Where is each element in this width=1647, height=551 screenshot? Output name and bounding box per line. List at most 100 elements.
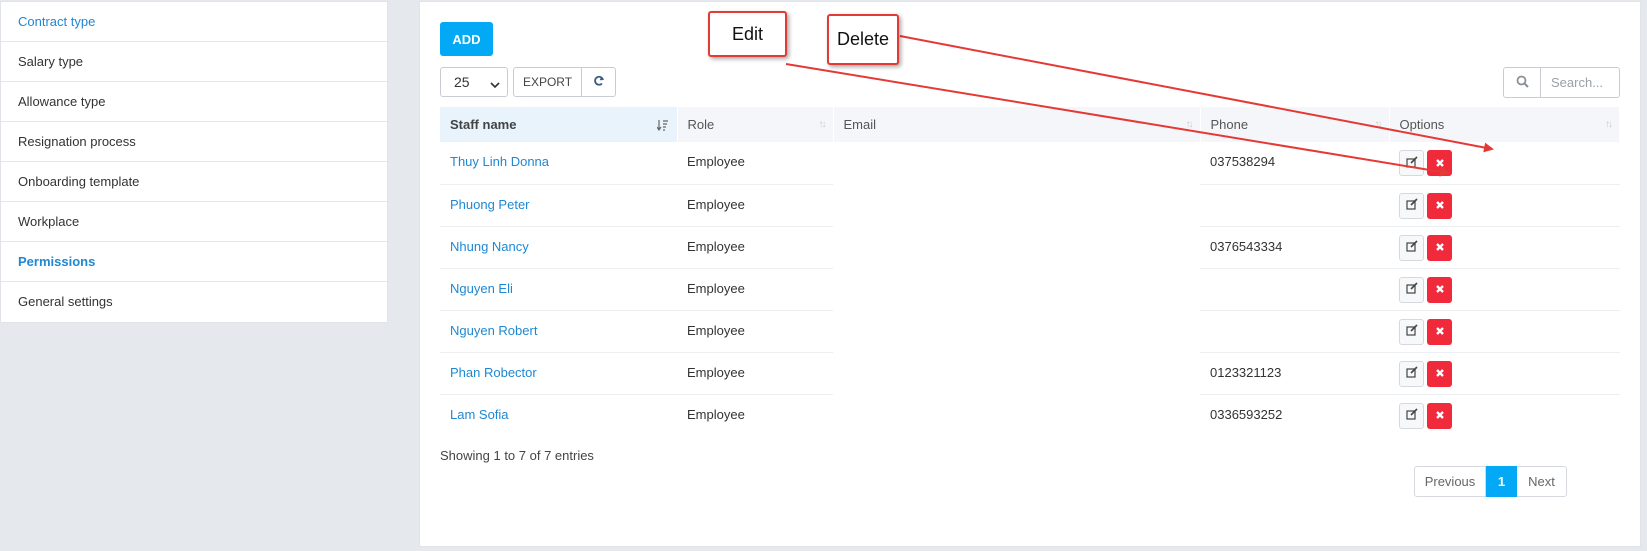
edit-button[interactable]	[1399, 192, 1424, 219]
staff-name-cell: Nhung Nancy	[440, 225, 677, 268]
staff-name-link[interactable]: Nguyen Eli	[450, 281, 513, 296]
edit-button[interactable]	[1399, 150, 1424, 176]
edit-icon	[1405, 324, 1418, 339]
table-row: Lam Sofia Employee 0336593252	[440, 393, 1620, 436]
column-header-staff-name[interactable]: Staff name	[440, 107, 678, 142]
staff-table: Staff name Role ↑↓ Email ↑↓ Phone ↑↓ Opt…	[440, 107, 1620, 436]
search-button[interactable]	[1503, 67, 1541, 98]
delete-button[interactable]	[1427, 402, 1452, 429]
pagination-next[interactable]: Next	[1517, 466, 1567, 497]
column-header-email[interactable]: Email ↑↓	[833, 107, 1201, 142]
close-icon	[1435, 282, 1445, 297]
sort-desc-icon	[656, 119, 669, 134]
staff-name-cell: Phuong Peter	[440, 183, 677, 226]
search-icon	[1516, 75, 1529, 91]
table-row: Nguyen Robert Employee	[440, 309, 1620, 352]
column-header-role[interactable]: Role ↑↓	[677, 107, 834, 142]
role-cell: Employee	[677, 393, 833, 436]
email-cell	[833, 184, 1200, 226]
permissions-panel: ADD 25 EXPORT Sta	[419, 1, 1641, 547]
edit-icon	[1405, 240, 1418, 255]
refresh-icon	[593, 75, 605, 90]
staff-name-cell: Phan Robector	[440, 351, 677, 394]
staff-name-link[interactable]: Nguyen Robert	[450, 323, 537, 338]
close-icon	[1435, 156, 1445, 171]
delete-button[interactable]	[1427, 276, 1452, 303]
search-input[interactable]	[1541, 67, 1620, 98]
page-length-select[interactable]: 25	[440, 67, 508, 97]
table-row: Phan Robector Employee 0123321123	[440, 351, 1620, 394]
sidebar-item-allowance-type[interactable]: Allowance type	[1, 82, 387, 122]
sort-icon: ↑↓	[1374, 119, 1383, 130]
page-length-value: 25	[454, 74, 470, 90]
options-cell	[1389, 267, 1620, 310]
phone-cell: 0376543334	[1200, 225, 1389, 268]
role-cell: Employee	[687, 154, 745, 169]
email-cell	[833, 226, 1200, 268]
pagination: Previous 1 Next	[1414, 466, 1567, 497]
delete-button[interactable]	[1427, 318, 1452, 345]
role-cell: Employee	[677, 225, 833, 268]
staff-name-link[interactable]: Lam Sofia	[450, 407, 509, 422]
edit-button[interactable]	[1399, 360, 1424, 387]
delete-callout: Delete	[827, 14, 899, 65]
column-header-phone[interactable]: Phone ↑↓	[1200, 107, 1390, 142]
email-cell	[833, 352, 1200, 394]
close-icon	[1435, 324, 1445, 339]
export-button[interactable]: EXPORT	[513, 67, 582, 97]
options-cell	[1389, 183, 1620, 226]
email-cell	[833, 310, 1200, 352]
delete-button[interactable]	[1427, 150, 1452, 176]
refresh-button[interactable]	[582, 67, 616, 97]
sidebar-item-salary-type[interactable]: Salary type	[1, 42, 387, 82]
sidebar-item-workplace[interactable]: Workplace	[1, 202, 387, 242]
sort-icon: ↑↓	[1185, 119, 1194, 130]
edit-button[interactable]	[1399, 402, 1424, 429]
delete-button[interactable]	[1427, 192, 1452, 219]
close-icon	[1435, 198, 1445, 213]
table-row: Phuong Peter Employee	[440, 183, 1620, 226]
staff-name-link[interactable]: Phan Robector	[450, 365, 537, 380]
sidebar-item-general-settings[interactable]: General settings	[1, 282, 387, 322]
table-actions: EXPORT	[513, 67, 616, 97]
chevron-down-icon	[490, 74, 500, 102]
staff-name-link[interactable]: Phuong Peter	[450, 197, 530, 212]
pagination-previous[interactable]: Previous	[1414, 466, 1486, 497]
add-button[interactable]: ADD	[440, 22, 493, 56]
table-row: Thuy Linh Donna Employee 037538294	[440, 142, 1620, 184]
role-cell: Employee	[677, 267, 833, 310]
phone-cell	[1200, 267, 1389, 310]
role-cell: Employee	[677, 183, 833, 226]
edit-button[interactable]	[1399, 276, 1424, 303]
role-cell: Employee	[677, 351, 833, 394]
sidebar-item-resignation-process[interactable]: Resignation process	[1, 122, 387, 162]
sort-icon: ↑↓	[1605, 119, 1613, 130]
staff-name-link[interactable]: Nhung Nancy	[450, 239, 529, 254]
options-cell	[1389, 351, 1620, 394]
options-cell	[1389, 225, 1620, 268]
phone-cell: 0336593252	[1200, 393, 1389, 436]
sidebar-item-onboarding-template[interactable]: Onboarding template	[1, 162, 387, 202]
edit-button[interactable]	[1399, 234, 1424, 261]
phone-cell: 037538294	[1210, 154, 1276, 169]
staff-name-cell: Thuy Linh Donna	[440, 142, 677, 184]
staff-name-cell: Lam Sofia	[440, 393, 677, 436]
staff-name-link[interactable]: Thuy Linh Donna	[450, 154, 549, 169]
delete-button[interactable]	[1427, 234, 1452, 261]
close-icon	[1435, 366, 1445, 381]
sort-icon: ↑↓	[818, 119, 827, 130]
edit-icon	[1405, 366, 1418, 381]
edit-callout: Edit	[708, 11, 787, 57]
sidebar-item-permissions[interactable]: Permissions	[1, 242, 387, 282]
edit-button[interactable]	[1399, 318, 1424, 345]
edit-icon	[1405, 198, 1418, 213]
phone-cell: 0123321123	[1200, 351, 1389, 394]
delete-button[interactable]	[1427, 360, 1452, 387]
email-cell	[833, 394, 1200, 436]
staff-name-cell: Nguyen Robert	[440, 309, 677, 352]
phone-cell	[1200, 183, 1389, 226]
pagination-page-1[interactable]: 1	[1486, 466, 1517, 497]
column-header-options[interactable]: Options ↑↓	[1389, 107, 1620, 142]
sidebar-item-contract-type[interactable]: Contract type	[1, 2, 387, 42]
table-row: Nguyen Eli Employee	[440, 267, 1620, 310]
